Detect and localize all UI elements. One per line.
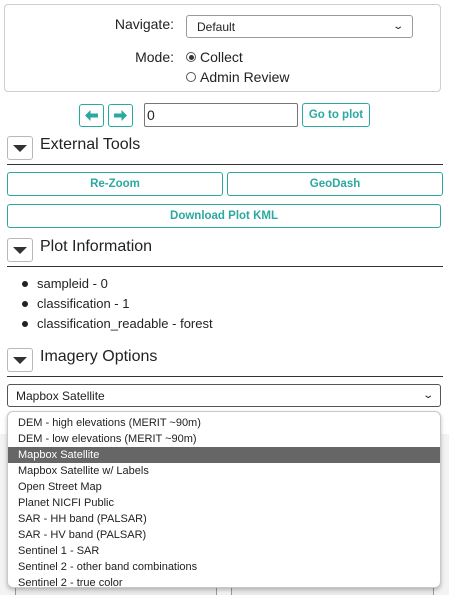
- dropdown-option[interactable]: Sentinel 2 - true color: [8, 575, 440, 587]
- dropdown-option[interactable]: SAR - HV band (PALSAR): [8, 527, 440, 543]
- navigate-select[interactable]: Default ⌄: [186, 15, 413, 38]
- section-divider: [7, 376, 443, 377]
- dropdown-option[interactable]: Sentinel 1 - SAR: [8, 543, 440, 559]
- caret-down-icon: [13, 356, 27, 364]
- mode-option-collect[interactable]: Collect: [186, 49, 243, 65]
- plot-information-title: Plot Information: [40, 238, 153, 255]
- list-item-text: classification_readable - forest: [37, 316, 213, 331]
- rezoom-button[interactable]: Re-Zoom: [7, 172, 223, 196]
- dropdown-option[interactable]: Sentinel 2 - other band combinations: [8, 559, 440, 575]
- dropdown-option[interactable]: Open Street Map: [8, 479, 440, 495]
- chevron-down-icon: ⌄: [391, 21, 404, 32]
- dropdown-option[interactable]: Mapbox Satellite w/ Labels: [8, 463, 440, 479]
- external-tools-title: External Tools: [40, 136, 141, 153]
- next-plot-button[interactable]: [108, 104, 133, 127]
- arrow-left-icon: [85, 110, 98, 121]
- download-plot-kml-button[interactable]: Download Plot KML: [7, 204, 441, 228]
- list-item: classification_readable - forest: [22, 314, 213, 334]
- radio-button-admin-review[interactable]: [186, 72, 196, 82]
- imagery-select-value: Mapbox Satellite: [16, 388, 105, 403]
- external-tools-toggle-button[interactable]: [7, 136, 33, 160]
- imagery-select[interactable]: Mapbox Satellite ⌄: [7, 384, 441, 407]
- mode-option-label: Admin Review: [200, 69, 290, 85]
- imagery-dropdown-list[interactable]: DEM - high elevations (MERIT ~90m) DEM -…: [7, 411, 441, 588]
- plot-id-input[interactable]: 0: [144, 103, 298, 127]
- section-divider: [7, 266, 443, 267]
- plot-information-list: sampleid - 0 classification - 1 classifi…: [22, 274, 213, 334]
- caret-down-icon: [13, 246, 27, 254]
- dropdown-option[interactable]: DEM - high elevations (MERIT ~90m): [8, 415, 440, 431]
- dropdown-option-selected[interactable]: Mapbox Satellite: [8, 447, 440, 463]
- arrow-right-icon: [114, 110, 127, 121]
- list-item: classification - 1: [22, 294, 213, 314]
- section-divider: [7, 164, 443, 165]
- list-item-text: classification - 1: [37, 296, 130, 311]
- list-item-text: sampleid - 0: [37, 276, 108, 291]
- previous-plot-button[interactable]: [79, 104, 104, 127]
- plot-information-toggle-button[interactable]: [7, 238, 33, 262]
- dropdown-option[interactable]: SAR - HH band (PALSAR): [8, 511, 440, 527]
- dropdown-option[interactable]: DEM - low elevations (MERIT ~90m): [8, 431, 440, 447]
- mode-option-label: Collect: [200, 49, 243, 65]
- mode-option-admin-review[interactable]: Admin Review: [186, 69, 289, 85]
- navigate-label: Navigate:: [114, 16, 174, 32]
- navigate-select-value: Default: [197, 19, 236, 34]
- mode-label: Mode:: [135, 49, 174, 65]
- go-to-plot-button[interactable]: Go to plot: [302, 103, 370, 127]
- dropdown-option[interactable]: Planet NICFI Public: [8, 495, 440, 511]
- bullet-icon: [22, 281, 28, 287]
- imagery-options-title: Imagery Options: [40, 348, 158, 365]
- bullet-icon: [22, 321, 28, 327]
- caret-down-icon: [13, 144, 27, 152]
- bullet-icon: [22, 301, 28, 307]
- imagery-options-toggle-button[interactable]: [7, 348, 33, 372]
- chevron-down-icon: ⌄: [421, 390, 434, 401]
- list-item: sampleid - 0: [22, 274, 213, 294]
- geodash-button[interactable]: GeoDash: [227, 172, 443, 196]
- radio-button-collect[interactable]: [186, 52, 196, 62]
